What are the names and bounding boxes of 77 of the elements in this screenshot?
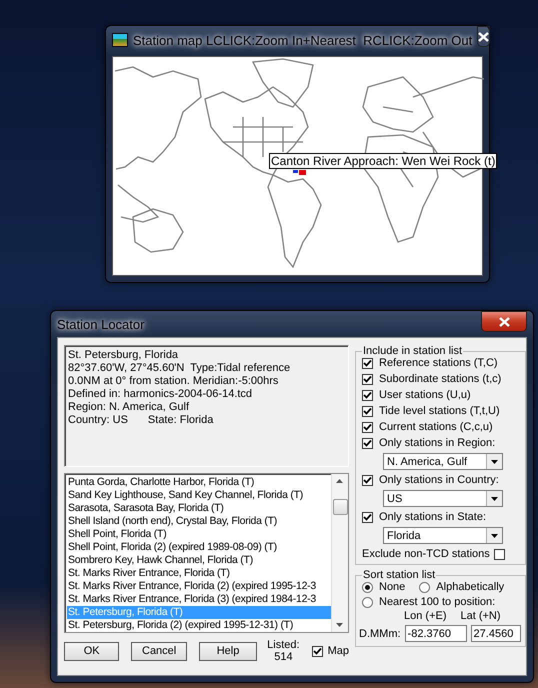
close-icon	[498, 316, 510, 326]
station-tooltip: Canton River Approach: Wen Wei Rock (t)	[269, 153, 498, 169]
radio-button[interactable]	[419, 582, 430, 592]
checkbox-label: Exclude non-TCD stations	[362, 548, 490, 560]
scroll-thumb[interactable]	[333, 499, 348, 515]
radio-label: None	[379, 581, 406, 593]
station-list-item[interactable]: St. Marks River Entrance, Florida (3) (expired 1984-12-3	[67, 593, 331, 606]
window-title: Station map LCLICK:Zoom In+Nearest RCLICK:Zoom Out	[133, 32, 472, 48]
scroll-down-arrow-icon[interactable]	[336, 623, 343, 627]
station-list-item[interactable]: Sarasota, Sarasota Bay, Florida (T)	[67, 502, 331, 515]
checkbox[interactable]	[362, 390, 373, 400]
info-text: St. Petersburg, Florida	[68, 349, 180, 362]
group-title: Include in station list	[362, 345, 464, 357]
listed-count: 514	[274, 651, 293, 663]
longitude-field[interactable]: -82.3760	[404, 625, 467, 642]
map-label: Map	[328, 645, 349, 657]
radio-label: Nearest 100 to position:	[379, 596, 496, 608]
info-text: Defined in: harmonics-2004-06-14.tcd	[68, 388, 254, 401]
dropdown-arrow-icon	[491, 534, 498, 538]
checkbox-label: Only stations in Region:	[379, 437, 496, 449]
dropdown[interactable]: Florida	[383, 527, 503, 544]
dropdown-arrow-icon	[491, 460, 498, 464]
checkbox-label: Current stations (C,c,u)	[379, 421, 493, 433]
latitude-field[interactable]: 27.4560	[470, 625, 521, 642]
checkbox-label: User stations (U,u)	[379, 389, 471, 401]
scroll-up-arrow-icon[interactable]	[336, 479, 343, 483]
checkbox[interactable]	[362, 358, 373, 368]
checkbox-label: Subordinate stations (t,c)	[379, 373, 502, 385]
station-list-item[interactable]: Shell Point, Florida (T)	[67, 528, 331, 541]
station-list-item[interactable]: Sombrero Key, Hawk Channel, Florida (T)	[67, 554, 331, 567]
units-label: D.MMm:	[359, 628, 401, 640]
close-icon	[478, 32, 490, 42]
checkbox-label: Only stations in State:	[379, 511, 486, 523]
info-text: State: Florida	[148, 414, 214, 427]
checkbox-label: Only stations in Country:	[379, 474, 499, 486]
checkbox[interactable]	[362, 438, 373, 448]
column-label: Lon (+E)	[404, 610, 446, 622]
info-text: Country: US	[68, 414, 128, 427]
column-label: Lat (+N)	[460, 610, 501, 622]
checkbox[interactable]	[362, 512, 373, 522]
ok-button[interactable]: OK	[64, 642, 120, 660]
checkbox-label: Tide level stations (T,t,U)	[379, 405, 500, 417]
group-title: Sort station list	[362, 569, 436, 581]
listed-label: Listed:	[267, 639, 300, 651]
dropdown-value: N. America, Gulf	[387, 456, 468, 468]
station-list-item[interactable]: Sand Key Lighthouse, Sand Key Channel, Florida (T)	[67, 489, 331, 502]
dropdown-value: US	[387, 492, 402, 504]
scrollbar[interactable]	[331, 474, 348, 632]
station-list-item[interactable]: Punta Gorda, Charlotte Harbor, Florida (T)	[67, 476, 331, 489]
dropdown-value: Florida	[387, 530, 421, 542]
dropdown-arrow-icon	[491, 496, 498, 500]
info-text: 0.0NM at 0° from station. Meridian:-5:00hrs	[68, 375, 280, 388]
checkbox[interactable]	[494, 548, 505, 560]
station-list-item[interactable]: St. Petersburg, Florida (2) (expired 1995-12-31) (T)	[67, 619, 331, 632]
close-button[interactable]	[477, 26, 490, 47]
info-text: 82°37.60'W, 27°45.60'N Type:Tidal reference	[68, 362, 292, 375]
window-title: Station Locator	[57, 316, 144, 332]
radio-label: Alphabetically	[436, 581, 504, 593]
station-list-item[interactable]: Shell Point, Florida (2) (expired 1989-08-09) (T)	[67, 541, 331, 554]
cancel-button[interactable]: Cancel	[131, 642, 187, 660]
checkbox[interactable]	[362, 474, 373, 486]
checkbox[interactable]	[362, 374, 373, 384]
dropdown[interactable]: US	[383, 490, 503, 507]
close-button[interactable]	[481, 311, 527, 332]
checkbox-label: Reference stations (T,C)	[379, 357, 498, 369]
map-checkbox[interactable]	[312, 646, 323, 656]
radio-button[interactable]	[362, 582, 373, 592]
help-button[interactable]: Help	[198, 642, 258, 660]
info-text: Region: N. America, Gulf	[68, 401, 190, 414]
radio-button[interactable]	[362, 596, 373, 608]
station-list-item[interactable]: St. Marks River Entrance, Florida (2) (expired 1995-12-3	[67, 580, 331, 593]
station-list-item[interactable]: St. Marks River Entrance, Florida (T)	[67, 567, 331, 580]
checkbox[interactable]	[362, 406, 373, 416]
app-icon	[112, 33, 128, 47]
checkbox[interactable]	[362, 422, 373, 432]
station-list-item[interactable]: Shell Island (north end), Crystal Bay, Florida (T)	[67, 515, 331, 528]
dropdown[interactable]: N. America, Gulf	[383, 453, 503, 470]
